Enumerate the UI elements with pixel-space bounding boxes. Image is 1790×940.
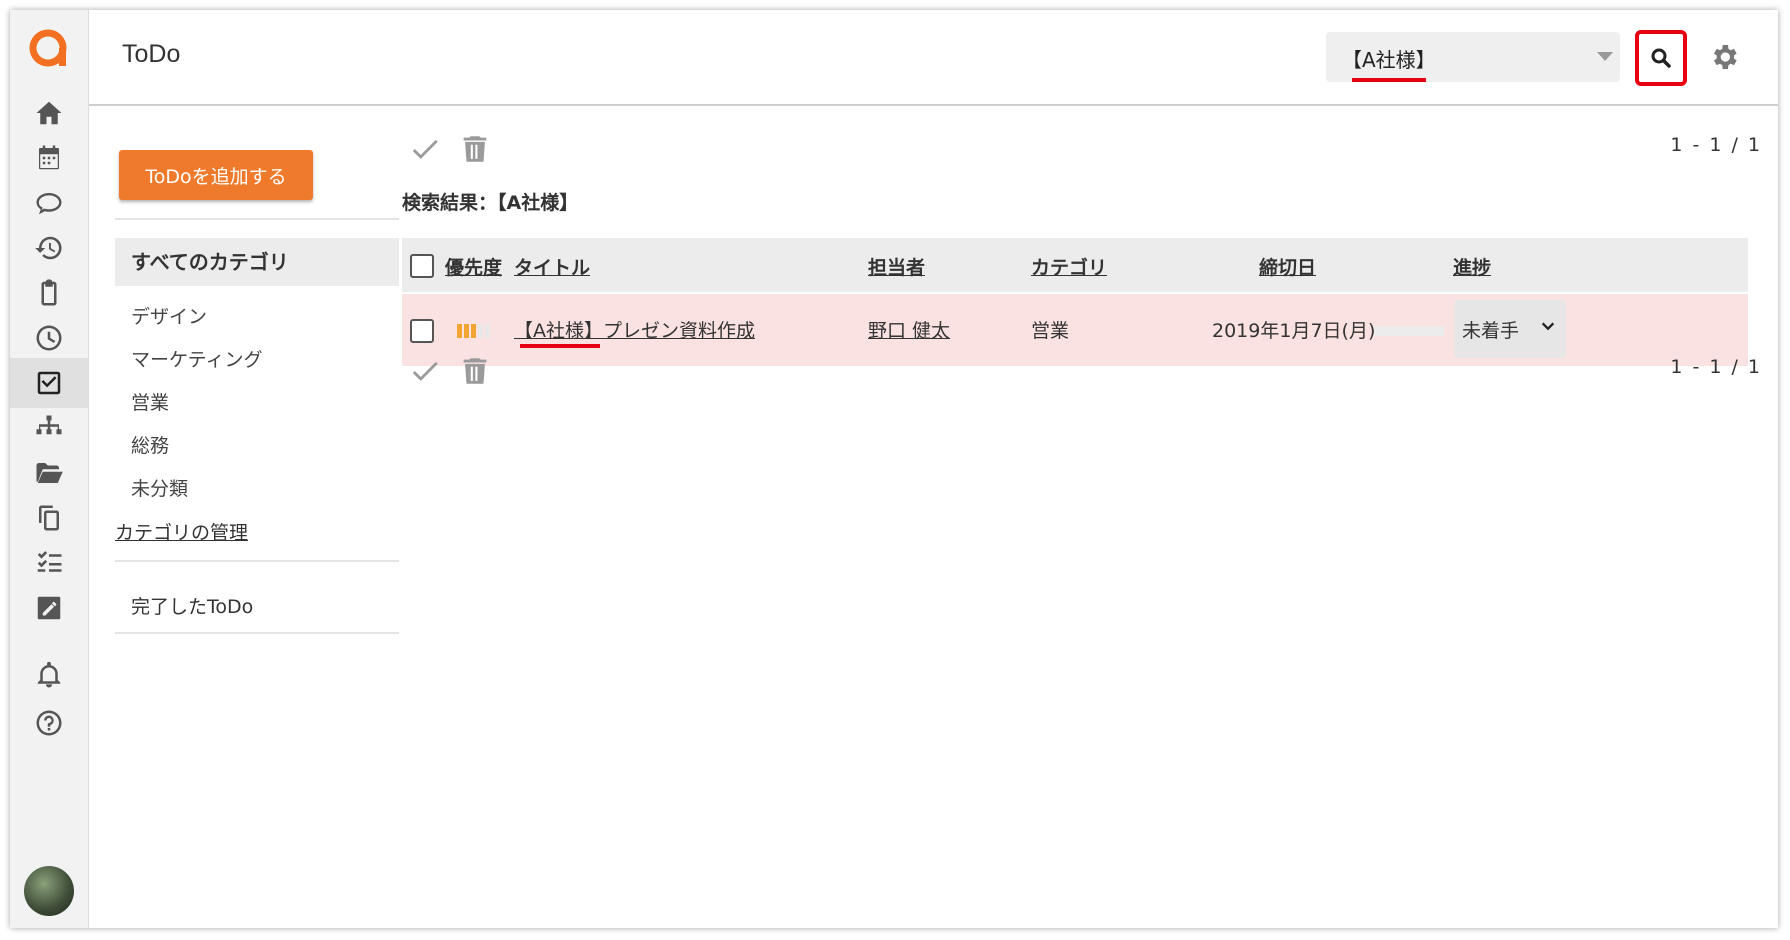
category-marketing[interactable]: マーケティング <box>131 345 262 372</box>
nav-timecard[interactable] <box>10 313 88 363</box>
search-box[interactable] <box>1326 32 1620 82</box>
nav-chat[interactable] <box>10 178 88 228</box>
category-all[interactable]: すべてのカテゴリ <box>115 238 399 286</box>
column-title[interactable]: タイトル <box>514 253 590 280</box>
nav-home[interactable] <box>10 88 88 138</box>
table-row[interactable]: 【A社様】プレゼン資料作成 野口 健太 営業 2019年1月7日(月) 未着手 <box>402 294 1748 366</box>
delete-button-bottom[interactable] <box>458 354 492 388</box>
column-assignee[interactable]: 担当者 <box>868 253 925 280</box>
edit-icon <box>37 596 61 620</box>
nav-todo[interactable] <box>10 358 88 408</box>
manage-categories-link[interactable]: カテゴリの管理 <box>115 518 248 545</box>
nav-history[interactable] <box>10 223 88 273</box>
todo-title-text[interactable]: 【A社様】プレゼン資料作成 <box>514 320 755 342</box>
org-chart-icon <box>36 415 62 435</box>
delete-button[interactable] <box>458 132 492 166</box>
priority-bar <box>464 324 469 338</box>
assignee-link[interactable]: 野口 健太 <box>868 316 950 343</box>
check-icon <box>412 139 438 159</box>
due-date-cell: 2019年1月7日(月) <box>1212 320 1376 342</box>
header: ToDo <box>89 10 1778 106</box>
priority-bar <box>485 324 490 338</box>
settings-button[interactable] <box>1707 40 1741 74</box>
column-due-date[interactable]: 締切日 <box>1259 253 1316 280</box>
category-uncategorized[interactable]: 未分類 <box>131 474 188 501</box>
title-highlight-underline <box>520 344 600 348</box>
status-select[interactable]: 未着手 <box>1454 300 1566 358</box>
nav-report[interactable] <box>10 583 88 633</box>
complete-button[interactable] <box>408 132 442 166</box>
column-priority[interactable]: 優先度 <box>445 253 502 280</box>
complete-button-bottom[interactable] <box>408 354 442 388</box>
nav-help[interactable] <box>10 698 88 748</box>
pagination-top: 1 - 1 / 1 <box>1670 134 1762 156</box>
user-avatar[interactable] <box>24 866 74 916</box>
clock-icon <box>36 325 62 351</box>
nav-files[interactable] <box>10 448 88 498</box>
calendar-icon <box>39 145 59 170</box>
todo-check-icon <box>37 371 61 395</box>
completed-todo-link[interactable]: 完了したToDo <box>131 592 253 619</box>
category-panel: ToDoを追加する すべてのカテゴリ デザイン マーケティング 営業 総務 未分… <box>89 106 399 926</box>
search-dropdown-caret-icon[interactable] <box>1597 52 1613 61</box>
bell-icon <box>37 661 61 688</box>
select-all-checkbox[interactable] <box>410 254 434 278</box>
add-todo-button[interactable]: ToDoを追加する <box>119 150 313 200</box>
home-icon <box>36 101 62 125</box>
help-icon <box>36 710 62 736</box>
category-cell: 営業 <box>1031 320 1070 342</box>
divider <box>115 632 399 634</box>
priority-bar <box>478 324 483 338</box>
icon-rail <box>10 10 89 928</box>
checklist-icon <box>37 551 62 572</box>
nav-notifications[interactable] <box>10 650 88 700</box>
row-checkbox[interactable] <box>410 319 434 343</box>
trash-icon <box>463 358 487 384</box>
category-sales[interactable]: 営業 <box>131 388 169 415</box>
priority-bar <box>457 324 462 338</box>
page-title: ToDo <box>122 40 181 68</box>
history-icon <box>35 236 62 260</box>
nav-organization[interactable] <box>10 403 88 453</box>
app-logo-icon[interactable] <box>26 26 70 70</box>
priority-indicator <box>457 324 493 338</box>
table-header: 優先度 タイトル 担当者 カテゴリ 締切日 進捗 <box>402 238 1748 292</box>
app-window: ToDo ToDoを追加する すべてのカテゴリ デザイン マーケティング 営業 … <box>10 10 1778 928</box>
todo-title-link[interactable]: 【A社様】プレゼン資料作成 <box>514 316 755 343</box>
copy-icon <box>39 505 59 531</box>
category-general-affairs[interactable]: 総務 <box>131 431 169 458</box>
folder-icon <box>36 463 63 483</box>
column-progress[interactable]: 進捗 <box>1453 253 1491 280</box>
priority-bar <box>471 324 476 338</box>
divider <box>115 218 399 220</box>
search-result-label: 検索結果：【A社様】 <box>402 192 579 214</box>
chevron-down-icon <box>1541 322 1555 331</box>
status-value: 未着手 <box>1462 319 1520 342</box>
check-icon <box>412 361 438 381</box>
divider <box>115 560 399 562</box>
search-input[interactable] <box>1340 40 1574 76</box>
nav-documents[interactable] <box>10 493 88 543</box>
nav-calendar[interactable] <box>10 133 88 183</box>
column-category[interactable]: カテゴリ <box>1031 253 1107 280</box>
clipboard-icon <box>41 279 57 306</box>
category-design[interactable]: デザイン <box>131 302 207 329</box>
chat-icon <box>36 193 62 215</box>
pagination-bottom: 1 - 1 / 1 <box>1670 356 1762 378</box>
search-icon <box>1651 48 1671 68</box>
nav-checklist[interactable] <box>10 538 88 588</box>
progress-bar <box>1374 326 1444 336</box>
search-button[interactable] <box>1635 30 1687 86</box>
search-highlight-underline <box>1352 78 1426 82</box>
gear-icon <box>1714 45 1737 69</box>
trash-icon <box>463 136 487 162</box>
nav-clipboard[interactable] <box>10 268 88 318</box>
